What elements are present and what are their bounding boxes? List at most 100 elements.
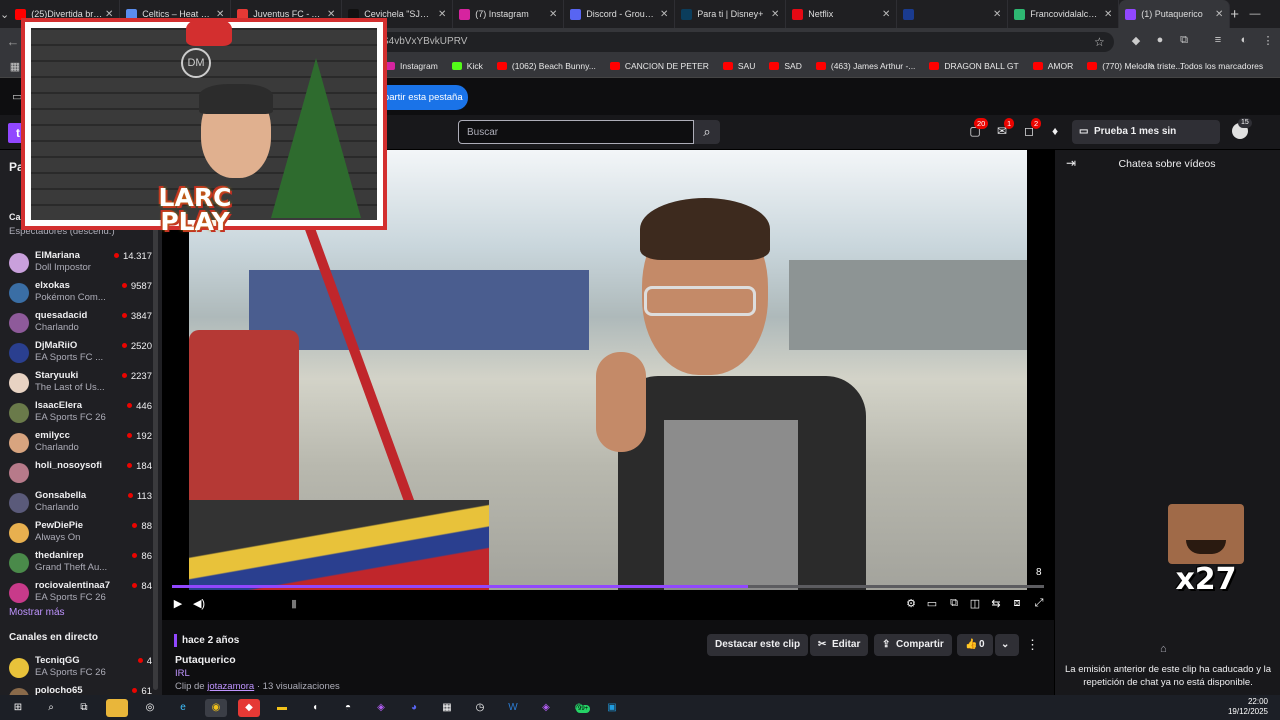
taskbar-search-icon[interactable]: ⌕ <box>40 699 62 717</box>
bookmark-item[interactable]: DRAGON BALL GT <box>929 61 1019 71</box>
app-icon[interactable]: ◖ <box>304 699 326 717</box>
settings-icon[interactable]: ⚙ <box>904 597 918 610</box>
windows-start-icon[interactable]: ⊞ <box>7 699 29 717</box>
cast-icon[interactable]: ▭ <box>12 90 22 103</box>
prime-trial-button[interactable]: Prueba 1 mes sin anuncios <box>1072 120 1220 161</box>
sidebar-channel[interactable]: TecniqGG EA Sports FC 26 4 <box>9 655 154 685</box>
tab-close-icon[interactable]: ✕ <box>547 9 559 20</box>
bookmark-item[interactable]: SAU <box>722 61 755 71</box>
tab-close-icon[interactable]: ✕ <box>436 9 448 20</box>
sidebar-channel[interactable]: Staryuuki The Last of Us... 2237 <box>9 370 154 400</box>
sidebar-channel[interactable]: holi_nosoysofi 184 <box>9 460 154 490</box>
highlight-clip-button[interactable]: Destacar este clip <box>707 634 809 656</box>
calculator-icon[interactable]: ▦ <box>436 699 458 717</box>
app-icon[interactable]: ◓ <box>337 699 359 717</box>
sort-label[interactable]: Espectadores (descend.) <box>9 226 115 237</box>
like-button[interactable]: 👍 0 <box>957 634 993 656</box>
search-input[interactable]: Buscar <box>458 120 694 144</box>
sidebar-toggle-icon[interactable]: ◫ <box>968 597 982 610</box>
photos-icon[interactable]: ▣ <box>601 699 623 717</box>
bookmark-item[interactable]: (463) James Arthur -... <box>815 61 915 71</box>
fullscreen-icon[interactable]: ⤢ <box>1032 597 1046 610</box>
bookmark-star-icon[interactable]: ☆ <box>1094 35 1105 49</box>
play-icon[interactable]: ▶ <box>171 597 185 610</box>
tab-close-icon[interactable]: ✕ <box>880 9 892 20</box>
bookmark-item[interactable]: CANCION DE PETER <box>609 61 709 71</box>
sidebar-channel[interactable]: rociovalentinaa7 EA Sports FC 26 84 <box>9 580 154 610</box>
video-progress-bar[interactable] <box>172 585 1044 588</box>
app-icon[interactable]: ◈ <box>370 699 392 717</box>
word-icon[interactable]: W <box>502 699 524 717</box>
profile-icon[interactable]: ◐ <box>1236 34 1252 48</box>
extensions-puzzle-icon[interactable]: ⧉ <box>1176 34 1192 48</box>
system-clock[interactable]: 22:00 19/12/2025 <box>1228 697 1268 717</box>
browser-tab[interactable]: Francovidalalcalde ✕ <box>1008 0 1120 28</box>
back-icon[interactable]: ← <box>0 34 26 49</box>
sidebar-channel[interactable]: IsaacElera EA Sports FC 26 446 <box>9 400 154 430</box>
clock-app-icon[interactable]: ◷ <box>469 699 491 717</box>
browser-tab[interactable]: ✕ <box>897 0 1009 28</box>
new-tab-button[interactable]: + <box>1230 6 1239 23</box>
restore-icon[interactable]: ❐ <box>1271 8 1280 21</box>
bookmark-item[interactable]: (1062) Beach Bunny... <box>496 61 596 71</box>
sidebar-channel[interactable]: PewDiePie Always On 88 <box>9 520 154 550</box>
category-link[interactable]: IRL <box>175 668 190 679</box>
tab-close-icon[interactable]: ✕ <box>1213 9 1225 20</box>
bookmark-item[interactable]: (770) Melodía triste... <box>1087 61 1183 71</box>
theatre-icon[interactable]: ⧉ <box>947 597 961 610</box>
share-tab-button[interactable]: mpartir esta pestaña <box>368 85 468 110</box>
discord-icon[interactable]: ◕ <box>403 699 425 717</box>
volume-icon[interactable]: ◀) <box>192 597 206 610</box>
bookmark-item[interactable]: SAD <box>769 61 802 71</box>
sidebar-channel[interactable]: Gonsabella Charlando 113 <box>9 490 154 520</box>
tab-close-icon[interactable]: ✕ <box>991 9 1003 20</box>
bookmark-item[interactable]: Kick <box>451 61 483 71</box>
anydesk-icon[interactable]: ◆ <box>238 698 260 717</box>
store-icon[interactable] <box>106 698 128 717</box>
bits-icon[interactable]: ♦ <box>1048 124 1062 138</box>
tab-close-icon[interactable]: ✕ <box>769 9 781 20</box>
share-button[interactable]: ⇪ Compartir <box>874 634 952 656</box>
tab-close-icon[interactable]: ✕ <box>325 9 337 20</box>
file-explorer-icon[interactable]: ▬ <box>271 699 293 717</box>
tab-close-icon[interactable]: ✕ <box>658 9 670 20</box>
bookmark-item[interactable]: AMOR <box>1032 61 1073 71</box>
browser-tab[interactable]: Para ti | Disney+ ✕ <box>675 0 787 28</box>
clip-icon[interactable]: ▭ <box>925 597 939 610</box>
tab-close-icon[interactable]: ✕ <box>1102 9 1114 20</box>
sidebar-scrollbar[interactable] <box>153 220 158 690</box>
gamepad-icon[interactable]: ◎ <box>139 699 161 717</box>
dislike-dropdown-icon[interactable]: ⌄ <box>995 634 1019 656</box>
search-icon[interactable]: ⌕ <box>694 120 720 144</box>
browser-tab[interactable]: (7) Instagram ✕ <box>453 0 565 28</box>
edit-button[interactable]: ✂ Editar <box>810 634 869 656</box>
media-control-icon[interactable]: ≡ <box>1210 34 1226 48</box>
sidebar-channel[interactable]: quesadacid Charlando 3847 <box>9 310 154 340</box>
extension-icon[interactable]: ◆ <box>1128 34 1144 48</box>
browser-menu-icon[interactable]: ⋮ <box>1260 34 1276 48</box>
sidebar-channel[interactable]: elxokas Pokémon Com... 9587 <box>9 280 154 310</box>
whatsapp-icon[interactable]: ◍99+ <box>568 699 591 717</box>
chrome-icon[interactable]: ◉ <box>205 698 227 717</box>
show-more-link[interactable]: Mostrar más <box>9 607 65 618</box>
bookmark-item[interactable]: Instagram <box>385 61 438 71</box>
extension-icon[interactable]: ● <box>1152 34 1168 48</box>
sidebar-channel[interactable]: thedanirep Grand Theft Au... 86 <box>9 550 154 580</box>
sidebar-channel[interactable]: ElMariana Doll Impostor 14.317 <box>9 250 154 280</box>
browser-tab[interactable]: (1) Putaquerico ✕ <box>1119 0 1231 28</box>
edge-icon[interactable]: e <box>172 699 194 717</box>
browser-tab[interactable]: Discord - Group Cha✕ <box>564 0 676 28</box>
mini-player-icon[interactable]: ⇆ <box>989 597 1003 610</box>
tab-close-icon[interactable]: ✕ <box>103 9 115 20</box>
minimize-icon[interactable]: — <box>1239 8 1271 21</box>
picture-in-picture-icon[interactable]: ⧈ <box>1010 597 1024 610</box>
more-options-icon[interactable]: ⋮ <box>1026 637 1039 653</box>
sidebar-channel[interactable]: DjMaRiiO EA Sports FC ... 2520 <box>9 340 154 370</box>
task-view-icon[interactable]: ⧉ <box>73 699 95 717</box>
sidebar-channel[interactable]: emilycc Charlando 192 <box>9 430 154 460</box>
tab-search-icon[interactable]: ⌄ <box>0 8 9 21</box>
bookmarks-overflow-icon[interactable]: » <box>1148 60 1154 71</box>
app-icon[interactable]: ◈ <box>535 699 557 717</box>
author-link[interactable]: jotazamora <box>207 681 254 692</box>
all-bookmarks-link[interactable]: Todos los marcadores <box>1180 61 1263 71</box>
